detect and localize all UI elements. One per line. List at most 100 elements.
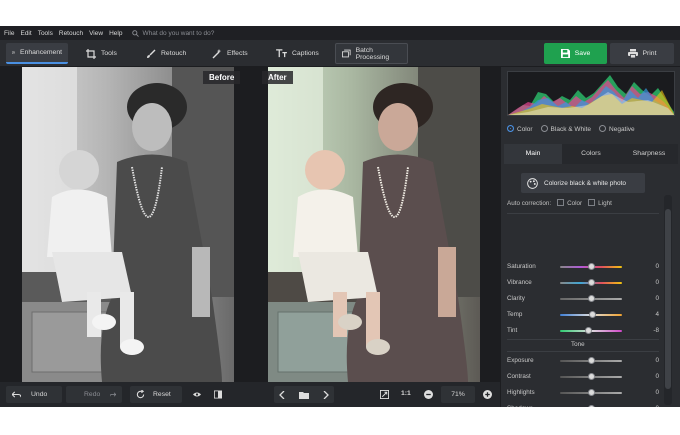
histogram-graph — [508, 75, 674, 115]
menu-edit[interactable]: Edit — [20, 30, 31, 37]
print-button[interactable]: Print — [610, 43, 674, 64]
redo-button[interactable]: Redo — [66, 386, 122, 403]
zoom-in-button[interactable] — [479, 386, 497, 403]
fit-screen-icon — [380, 390, 389, 399]
save-button[interactable]: Save — [544, 43, 607, 64]
mode-negative[interactable]: Negative — [599, 125, 635, 133]
image-canvas[interactable]: Before After — [0, 67, 500, 382]
after-photo — [268, 67, 480, 382]
undo-button[interactable]: Undo — [6, 386, 62, 403]
before-label: Before — [203, 71, 241, 84]
mode-black-white[interactable]: Black & White — [540, 125, 591, 133]
sliders-icon — [12, 51, 16, 54]
tab-tools[interactable]: Tools — [80, 43, 132, 64]
panel-tabs: Main Colors Sharpness — [504, 144, 678, 164]
checkbox-icon — [588, 199, 596, 206]
actual-size-button[interactable]: 1:1 — [401, 390, 411, 397]
slider-handle[interactable] — [585, 327, 593, 334]
slider-label: Highlights — [507, 389, 535, 396]
slider-vibrance[interactable]: Vibrance 0 — [507, 277, 659, 289]
menu-view[interactable]: View — [89, 30, 103, 37]
eye-icon — [193, 392, 201, 397]
zoom-out-button[interactable] — [420, 386, 438, 403]
menu-retouch[interactable]: Retouch — [59, 30, 83, 37]
slider-handle[interactable] — [587, 263, 595, 270]
palette-icon — [527, 177, 538, 189]
tab-enhancement[interactable]: Enhancement — [6, 43, 68, 64]
tab-main[interactable]: Main — [504, 144, 562, 164]
slider-tint[interactable]: Tint -8 — [507, 325, 659, 337]
checkbox-icon — [557, 199, 565, 206]
slider-saturation[interactable]: Saturation 0 — [507, 261, 659, 273]
radio-on-icon — [507, 125, 514, 132]
preview-toggle[interactable] — [187, 386, 207, 403]
mode-color-label: Color — [517, 126, 533, 133]
magic-wand-icon — [212, 48, 222, 58]
fit-to-screen-button[interactable] — [376, 386, 394, 403]
tab-effects-label: Effects — [227, 50, 248, 57]
slider-label: Vibrance — [507, 279, 532, 286]
auto-color-checkbox[interactable]: Color — [557, 199, 582, 207]
menu-file[interactable]: File — [4, 30, 14, 37]
slider-contrast[interactable]: Contrast 0 — [507, 371, 659, 383]
panel-scrollbar[interactable] — [664, 195, 672, 405]
divider — [507, 351, 659, 352]
auto-correction-label: Auto correction: — [507, 199, 552, 207]
slider-handle[interactable] — [587, 373, 595, 380]
auto-color-label: Color — [567, 200, 583, 207]
crop-icon — [86, 48, 96, 59]
tab-retouch-label: Retouch — [161, 50, 187, 57]
folder-icon[interactable] — [299, 391, 309, 399]
compare-view-button[interactable] — [208, 386, 228, 403]
brush-icon — [147, 49, 156, 58]
tab-retouch[interactable]: Retouch — [140, 43, 195, 64]
reset-button[interactable]: Reset — [130, 386, 182, 403]
tab-colors[interactable]: Colors — [562, 144, 620, 164]
slider-highlights[interactable]: Highlights 0 — [507, 387, 659, 399]
zoom-level[interactable]: 71% — [441, 386, 475, 403]
slider-exposure[interactable]: Exposure 0 — [507, 355, 659, 367]
menu-tools[interactable]: Tools — [38, 30, 53, 37]
text-icon — [276, 49, 287, 58]
save-icon — [560, 49, 570, 58]
colorize-button[interactable]: Colorize black & white photo — [521, 173, 645, 193]
tone-header: Tone — [571, 341, 585, 348]
slider-handle[interactable] — [587, 295, 595, 302]
batch-processing-button[interactable]: Batch Processing — [335, 43, 408, 64]
histogram — [507, 71, 675, 116]
undo-icon — [12, 391, 21, 398]
radio-off-icon — [599, 125, 607, 132]
tab-captions[interactable]: Captions — [270, 43, 325, 64]
split-view-icon — [214, 390, 222, 399]
command-search[interactable]: What do you want to do? — [132, 30, 214, 37]
slider-clarity[interactable]: Clarity 0 — [507, 293, 659, 305]
adjustments-panel: Color Black & White Negative Main Colors… — [500, 67, 680, 407]
reset-label: Reset — [153, 391, 171, 398]
auto-light-label: Light — [598, 200, 612, 207]
main-toolbar: Enhancement Tools Retouch Effects Captio… — [0, 40, 680, 67]
undo-label: Undo — [31, 391, 48, 398]
scrollbar-thumb[interactable] — [665, 209, 671, 389]
slider-value: 0 — [655, 279, 659, 286]
slider-value: 0 — [655, 373, 659, 380]
zoom-value: 71% — [451, 391, 465, 398]
slider-value: 4 — [655, 311, 659, 318]
tab-sharpness[interactable]: Sharpness — [620, 144, 678, 164]
slider-handle[interactable] — [587, 389, 595, 396]
mode-color[interactable]: Color — [507, 125, 533, 133]
slider-handle[interactable] — [587, 357, 595, 364]
slider-handle[interactable] — [587, 405, 595, 407]
tab-effects[interactable]: Effects — [206, 43, 258, 64]
slider-temp[interactable]: Temp 4 — [507, 309, 659, 321]
mode-negative-label: Negative — [609, 126, 635, 133]
color-mode-selector: Color Black & White Negative — [507, 125, 635, 133]
auto-light-checkbox[interactable]: Light — [588, 199, 612, 207]
slider-value: 0 — [655, 263, 659, 270]
slider-handle[interactable] — [589, 311, 597, 318]
slider-label: Clarity — [507, 295, 525, 302]
chevron-right-icon[interactable] — [323, 390, 329, 399]
slider-shadows[interactable]: Shadows 0 — [507, 403, 659, 407]
slider-handle[interactable] — [587, 279, 595, 286]
chevron-left-icon[interactable] — [279, 390, 285, 399]
menu-help[interactable]: Help — [109, 30, 122, 37]
